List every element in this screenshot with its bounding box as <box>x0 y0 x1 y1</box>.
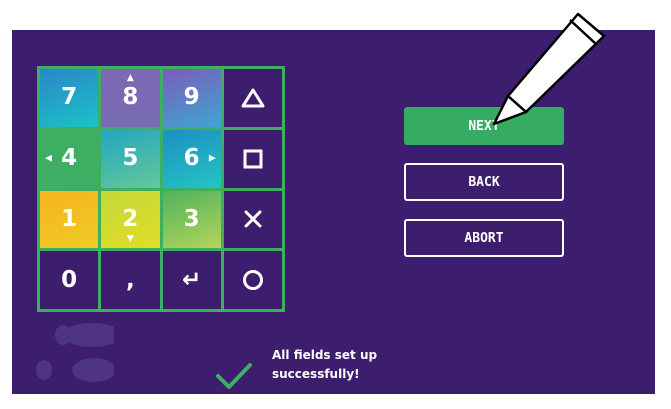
square-icon <box>243 149 263 169</box>
keypad: 7 ▲ 8 9 ◀ 4 5 ▶ 6 1 ▼ 2 3 0 , ↵ <box>37 66 285 312</box>
key-2-label: 2 <box>122 205 139 232</box>
key-2[interactable]: ▼ 2 <box>101 190 160 249</box>
status-message: All fields set up successfully! <box>272 346 432 384</box>
pen-icon <box>492 12 606 126</box>
key-3-label: 3 <box>183 205 200 232</box>
status-line-2: successfully! <box>272 367 360 381</box>
key-8-hint: ▲ <box>126 73 134 83</box>
key-4-label: 4 <box>61 145 78 172</box>
key-9-label: 9 <box>183 84 200 111</box>
key-circle[interactable] <box>223 251 282 309</box>
key-7[interactable]: 7 <box>40 69 99 127</box>
key-comma-label: , <box>126 266 135 293</box>
footprints-icon <box>36 323 114 382</box>
check-icon <box>216 363 252 389</box>
key-square[interactable] <box>223 129 282 188</box>
key-4[interactable]: ◀ 4 <box>40 129 99 188</box>
key-1[interactable]: 1 <box>40 190 99 249</box>
key-4-hint: ◀ <box>45 153 52 164</box>
key-3[interactable]: 3 <box>162 190 221 249</box>
key-7-label: 7 <box>61 84 78 111</box>
back-button[interactable]: BACK <box>404 163 564 201</box>
key-9[interactable]: 9 <box>162 69 221 127</box>
cross-icon <box>244 210 262 228</box>
key-cross[interactable] <box>223 190 282 249</box>
key-8[interactable]: ▲ 8 <box>101 69 160 127</box>
key-1-label: 1 <box>61 205 78 232</box>
key-6[interactable]: ▶ 6 <box>162 129 221 188</box>
key-5-label: 5 <box>122 145 139 172</box>
key-comma[interactable]: , <box>101 251 160 309</box>
key-6-hint: ▶ <box>208 153 216 164</box>
enter-icon: ↵ <box>181 266 202 293</box>
status-line-1: All fields set up <box>272 348 378 362</box>
key-0[interactable]: 0 <box>40 251 99 309</box>
key-5[interactable]: 5 <box>101 129 160 188</box>
abort-button[interactable]: ABORT <box>404 219 564 257</box>
key-0-label: 0 <box>61 266 78 293</box>
triangle-icon <box>241 88 265 108</box>
circle-icon <box>242 270 263 291</box>
key-8-label: 8 <box>122 84 139 111</box>
key-2-hint: ▼ <box>126 234 134 245</box>
key-triangle[interactable] <box>223 69 282 127</box>
key-6-label: 6 <box>183 145 200 172</box>
key-enter[interactable]: ↵ <box>162 251 221 309</box>
